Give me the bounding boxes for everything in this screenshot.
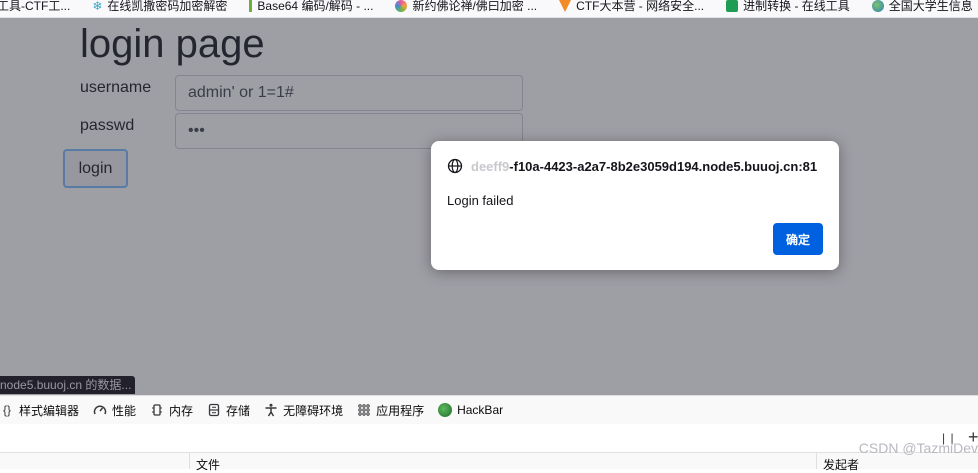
bookmark-label: CTF大本营 - 网络安全... [576, 0, 705, 13]
devtools-tabbar: {} 样式编辑器 性能 内存 存储 无障碍环境 应用程序 HackBar [0, 395, 978, 425]
memory-icon [150, 403, 164, 417]
bookmark-caesar[interactable]: ❄ 在线凯撒密码加密解密 [92, 0, 227, 14]
bookmark-label: 全国大学生信息 [888, 0, 973, 13]
tab-storage[interactable]: 存储 [200, 396, 257, 424]
tab-performance[interactable]: 性能 [86, 396, 143, 424]
bookmark-label: 工具-CTF工... [0, 0, 71, 13]
hackbar-icon [438, 403, 453, 417]
bookmark-ctf-camp[interactable]: CTF大本营 - 网络安全... [559, 0, 704, 14]
globe-icon [447, 158, 463, 174]
tab-label: 样式编辑器 [19, 403, 80, 418]
tab-label: HackBar [457, 403, 504, 417]
network-column-header: 文件 发起者 [0, 453, 978, 472]
tab-label: 无障碍环境 [283, 403, 344, 418]
column-initiator[interactable]: 发起者 [823, 456, 859, 473]
bookmark-label: 进制转换 - 在线工具 [743, 0, 850, 13]
bookmark-buddha[interactable]: 新约佛论禅/佛曰加密 ... [395, 0, 537, 14]
globe-icon [871, 0, 884, 12]
bookmark-base-convert[interactable]: 进制转换 - 在线工具 [726, 0, 850, 14]
tab-label: 性能 [112, 403, 137, 418]
swirl-icon [395, 0, 408, 12]
tab-label: 应用程序 [376, 403, 425, 418]
bookmark-label: Base64 编码/解码 - ... [257, 0, 374, 13]
bookmark-label: 在线凯撒密码加密解密 [107, 0, 228, 13]
dialog-message: Login failed [447, 193, 514, 208]
green-square-icon [726, 0, 739, 12]
devtools-toolbar: | | + [0, 424, 978, 453]
ctf-icon [559, 0, 572, 12]
alert-dialog: deeff9-f10a-4423-a2a7-8b2e3059d194.node5… [431, 141, 839, 270]
page-viewport: login page username passwd login node5.b… [0, 18, 978, 395]
column-file[interactable]: 文件 [196, 456, 220, 473]
bookmark-students[interactable]: 全国大学生信息 [871, 0, 973, 14]
column-separator [816, 453, 817, 469]
tab-label: 存储 [226, 403, 251, 418]
bookmark-label: 新约佛论禅/佛曰加密 ... [412, 0, 538, 13]
bar-icon [249, 0, 253, 12]
dialog-host-faded: deeff9 [471, 158, 510, 174]
snowflake-icon: ❄ [92, 0, 103, 13]
dialog-host: deeff9-f10a-4423-a2a7-8b2e3059d194.node5… [471, 159, 817, 174]
gauge-icon [93, 403, 107, 417]
accessibility-icon [264, 403, 278, 417]
tab-label: 内存 [169, 403, 194, 418]
grid-icon [357, 403, 371, 417]
bookmark-ctf-tools[interactable]: 工具-CTF工... [0, 0, 70, 14]
tab-memory[interactable]: 内存 [143, 396, 200, 424]
tab-style-editor[interactable]: {} 样式编辑器 [0, 396, 86, 424]
bookmarks-bar: 工具-CTF工... ❄ 在线凯撒密码加密解密 Base64 编码/解码 - .… [0, 0, 978, 18]
storage-icon [207, 403, 221, 417]
braces-icon: {} [2, 403, 11, 417]
column-separator [189, 453, 190, 469]
ok-button[interactable]: 确定 [773, 223, 823, 255]
tab-hackbar[interactable]: HackBar [431, 396, 510, 424]
dialog-host-text: -f10a-4423-a2a7-8b2e3059d194.node5.buuoj… [509, 158, 818, 174]
watermark: CSDN @TazmiDev [858, 440, 978, 456]
tab-application[interactable]: 应用程序 [350, 396, 431, 424]
tab-accessibility[interactable]: 无障碍环境 [257, 396, 350, 424]
bookmark-base64[interactable]: Base64 编码/解码 - ... [249, 0, 373, 14]
dialog-origin: deeff9-f10a-4423-a2a7-8b2e3059d194.node5… [447, 158, 817, 174]
